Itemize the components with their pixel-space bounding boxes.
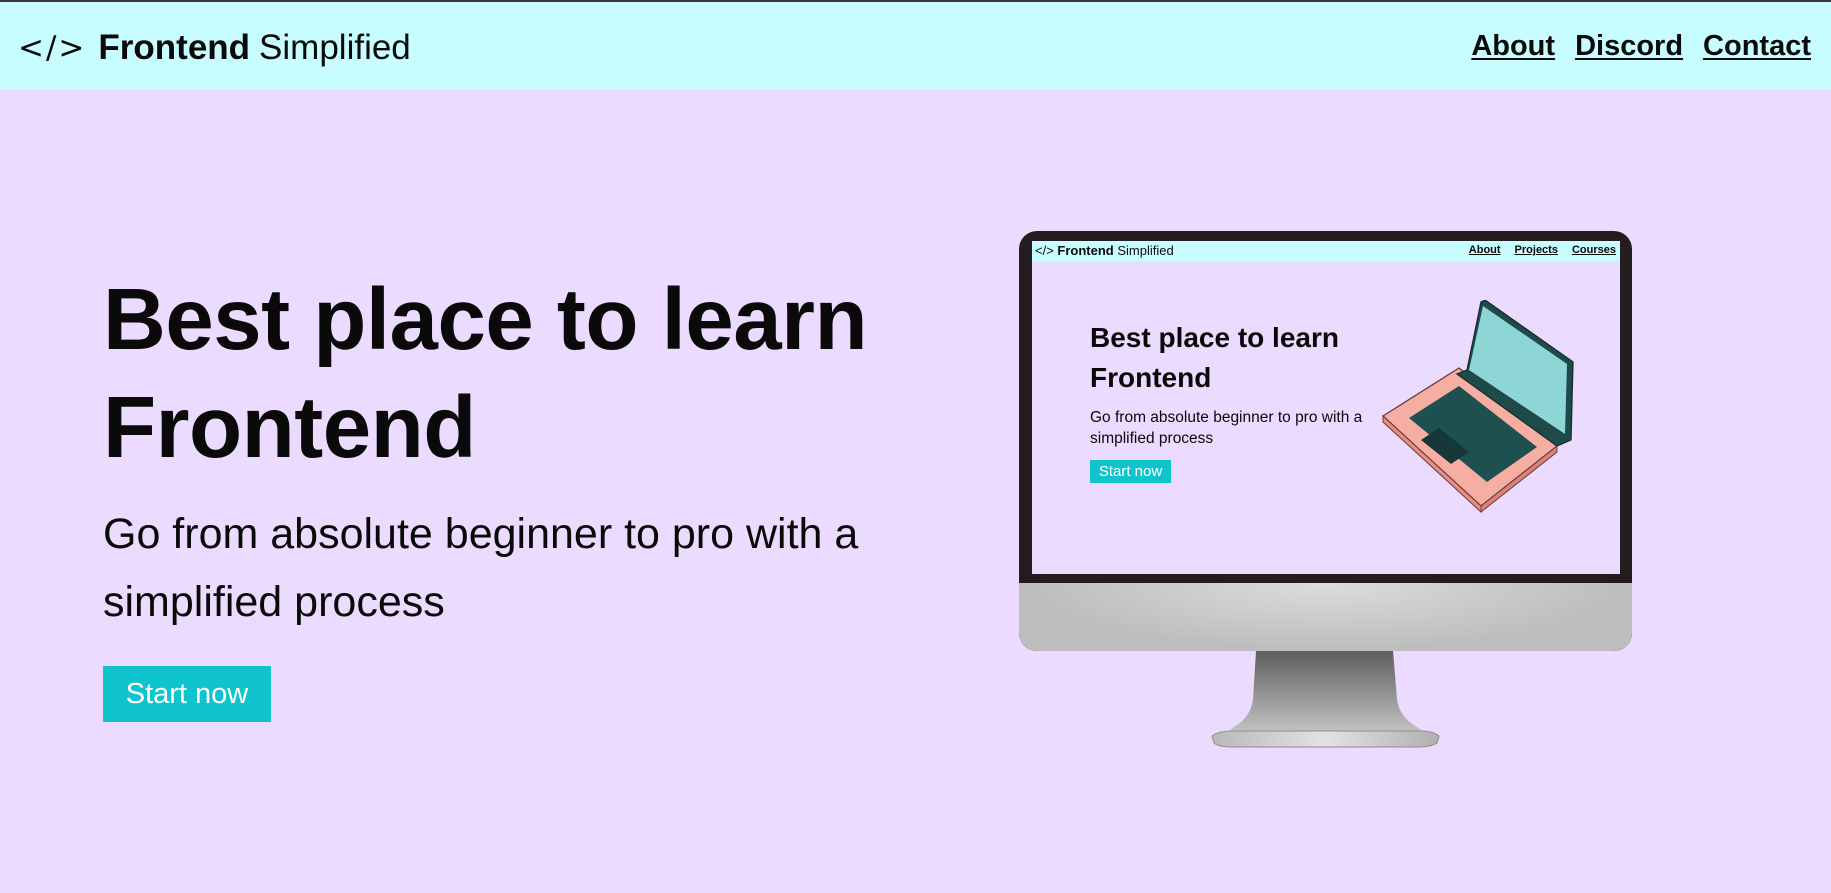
monitor-frame: </> Frontend Simplified About Projects C… — [1019, 231, 1632, 651]
monitor-chin — [1019, 583, 1632, 651]
hero-title-line-1: Best place to learn — [103, 271, 868, 368]
nav-link-about[interactable]: About — [1471, 30, 1555, 63]
hero-title: Best place to learn Frontend — [103, 266, 963, 482]
screen-title: Best place to learn Frontend — [1090, 318, 1390, 398]
hero-title-line-2: Frontend — [103, 379, 476, 476]
start-now-button[interactable]: Start now — [103, 666, 271, 722]
screen-brand-bold: Frontend — [1057, 243, 1114, 258]
screen-start-now-button: Start now — [1090, 460, 1171, 483]
laptop-icon — [1381, 300, 1574, 514]
navbar: </> Frontend Simplified About Discord Co… — [0, 0, 1831, 90]
brand-name-light: Simplified — [259, 28, 411, 67]
screen-brand: </> Frontend Simplified — [1035, 243, 1174, 258]
screen-link-about: About — [1468, 244, 1501, 256]
screen-nav-links: About Projects Courses — [1469, 244, 1616, 256]
screen-link-projects: Projects — [1514, 244, 1558, 256]
desktop-monitor-icon: </> Frontend Simplified About Projects C… — [1019, 231, 1632, 753]
hero-subtitle-line-1: Go from absolute beginner to pro with a — [103, 510, 859, 558]
screen-subtitle-line-1: Go from absolute beginner to pro with a — [1090, 409, 1363, 426]
screen-subtitle: Go from absolute beginner to pro with a … — [1090, 407, 1420, 449]
monitor-screen: </> Frontend Simplified About Projects C… — [1032, 241, 1620, 574]
brand-name-bold: Frontend — [98, 28, 251, 67]
nav-link-discord[interactable]: Discord — [1575, 30, 1683, 63]
code-brackets-icon: </> — [18, 30, 87, 66]
brand-logo[interactable]: </> Frontend Simplified — [18, 26, 411, 70]
screen-subtitle-line-2: simplified process — [1090, 430, 1214, 447]
screen-code-brackets-icon: </> — [1035, 243, 1054, 258]
nav-links: About Discord Contact — [1471, 30, 1811, 63]
screen-title-line-1: Best place to learn — [1090, 322, 1339, 353]
screen-brand-light: Simplified — [1117, 243, 1174, 258]
screen-title-line-2: Frontend — [1090, 362, 1212, 393]
hero-subtitle-line-2: simplified process — [103, 578, 445, 626]
hero-subtitle: Go from absolute beginner to pro with a … — [103, 500, 963, 636]
nav-link-contact[interactable]: Contact — [1703, 30, 1811, 63]
screen-link-courses: Courses — [1571, 244, 1616, 256]
screen-navbar: </> Frontend Simplified About Projects C… — [1032, 241, 1620, 261]
